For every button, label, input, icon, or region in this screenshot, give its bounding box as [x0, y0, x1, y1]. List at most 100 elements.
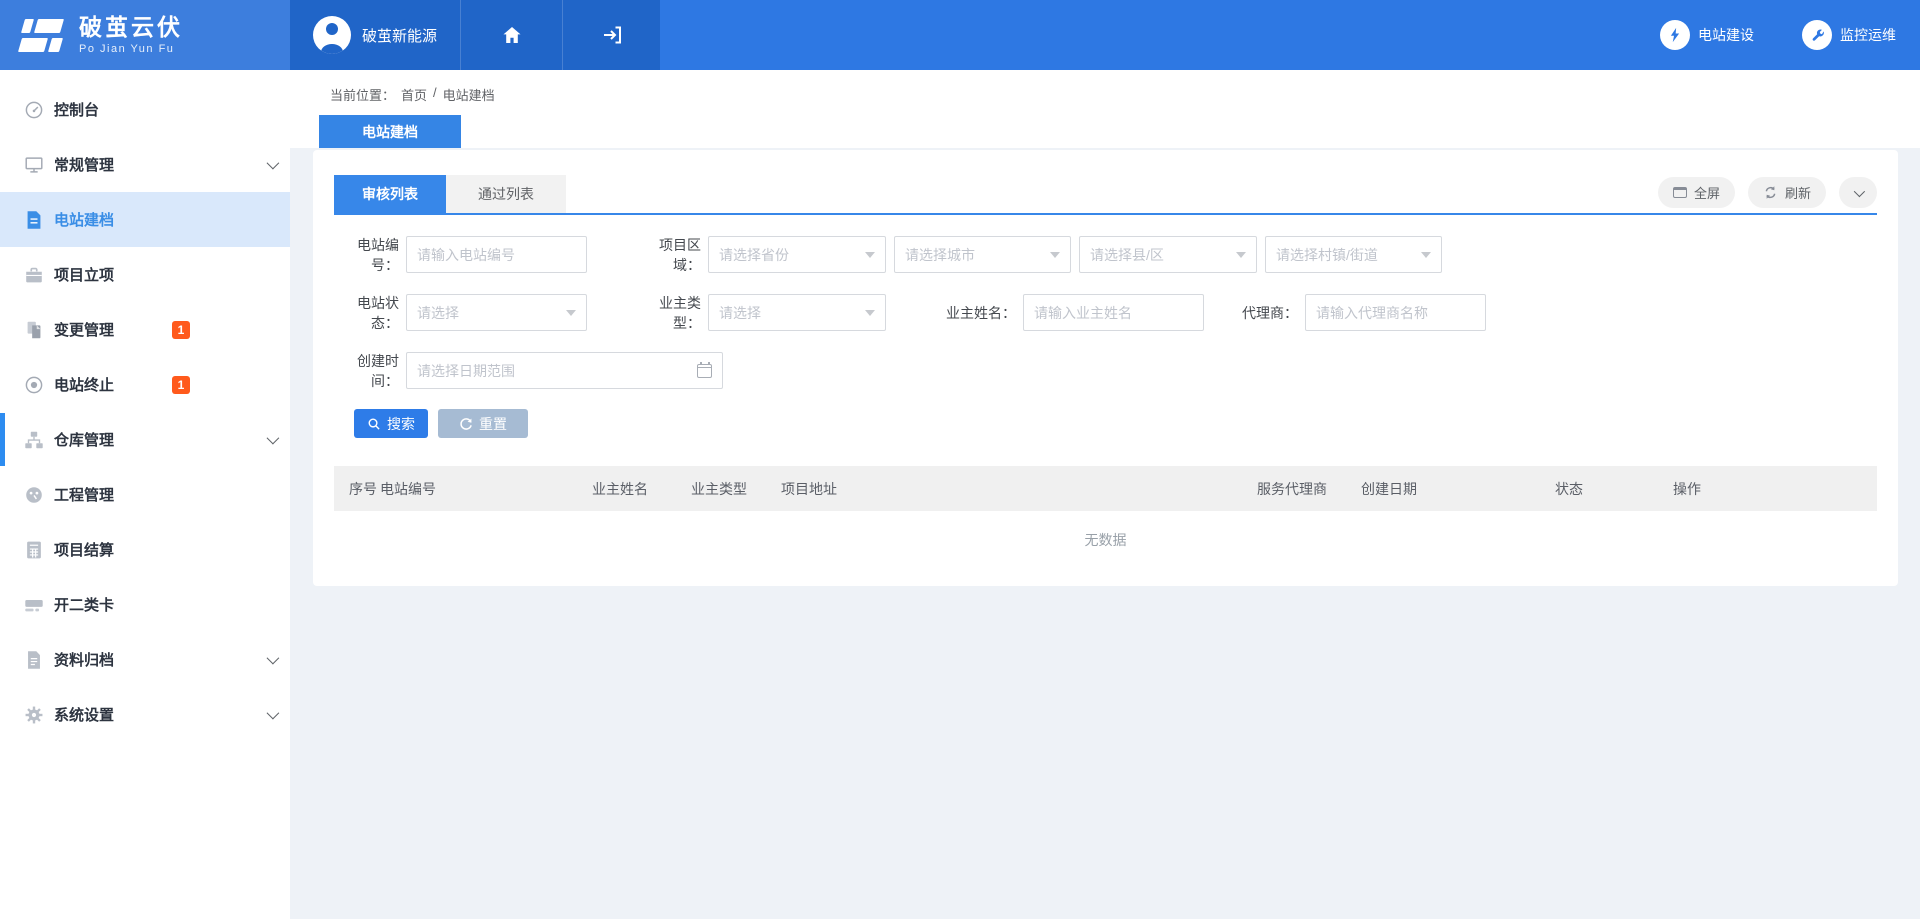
nav-monitoring-ops[interactable]: 监控运维 — [1802, 20, 1896, 50]
gear-icon — [22, 703, 46, 727]
date-range-input[interactable] — [406, 352, 723, 389]
dashboard-icon — [22, 98, 46, 122]
nav-label: 监控运维 — [1840, 25, 1896, 45]
nav-station-construction[interactable]: 电站建设 — [1660, 20, 1754, 50]
owner-type-select[interactable]: 请选择 — [708, 294, 886, 331]
monitor-icon — [22, 153, 46, 177]
tab-passed-list[interactable]: 通过列表 — [446, 175, 566, 213]
dropdown-arrow-icon — [1236, 252, 1246, 258]
sidebar-item-general-management[interactable]: 常规管理 — [0, 137, 290, 192]
calculator-icon — [22, 538, 46, 562]
col-owner-type: 业主类型 — [691, 479, 781, 499]
col-owner-name: 业主姓名 — [592, 479, 691, 499]
col-project-address: 项目地址 — [781, 479, 1257, 499]
wrench-icon — [1802, 20, 1832, 50]
record-circle-icon — [22, 373, 46, 397]
logout-icon — [600, 23, 624, 47]
main-area: 当前位置： 首页 / 电站建档 电站建档 审核列表 通过列表 全屏 刷新 — [290, 70, 1920, 919]
nav-label: 电站建设 — [1698, 25, 1754, 45]
file-icon — [22, 648, 46, 672]
reset-button[interactable]: 重置 — [438, 409, 528, 438]
city-select[interactable]: 请选择城市 — [894, 236, 1071, 273]
dropdown-arrow-icon — [865, 252, 875, 258]
dropdown-arrow-icon — [1050, 252, 1060, 258]
search-button[interactable]: 搜索 — [354, 409, 428, 438]
sidebar-item-console[interactable]: 控制台 — [0, 82, 290, 137]
gauge-icon — [22, 483, 46, 507]
page-tab-station-filing[interactable]: 电站建档 — [319, 115, 461, 148]
chevron-down-icon — [267, 157, 280, 170]
chevron-down-icon — [267, 652, 280, 665]
label-create-time: 创建时间： — [334, 351, 406, 391]
reset-icon — [459, 417, 473, 431]
label-owner-type: 业主类型： — [636, 293, 708, 333]
col-actions: 操作 — [1673, 479, 1877, 499]
dropdown-arrow-icon — [566, 310, 576, 316]
filter-buttons: 搜索 重置 — [354, 409, 1877, 438]
company-name: 破茧新能源 — [362, 25, 437, 46]
brand-logo: 破茧云伏 Po Jian Yun Fu — [0, 0, 290, 70]
province-select[interactable]: 请选择省份 — [708, 236, 886, 273]
sidebar: 控制台 常规管理 电站建档 项目立项 变更管理 1 电站终止 1 — [0, 70, 290, 919]
document-icon — [22, 208, 46, 232]
sidebar-item-station-termination[interactable]: 电站终止 1 — [0, 357, 290, 412]
lightning-icon — [1660, 20, 1690, 50]
chevron-down-icon — [267, 707, 280, 720]
brand-logo-icon — [20, 17, 66, 54]
chevron-down-icon — [1854, 185, 1865, 196]
station-code-input[interactable] — [406, 236, 587, 273]
sitemap-icon — [22, 428, 46, 452]
home-icon — [500, 23, 524, 47]
county-select[interactable]: 请选择县/区 — [1079, 236, 1257, 273]
dropdown-arrow-icon — [1421, 252, 1431, 258]
filter-row-2: 电站状态： 请选择 业主类型： 请选择 业主姓名： 代理商： — [334, 294, 1877, 331]
agent-input[interactable] — [1305, 294, 1486, 331]
breadcrumb-prefix: 当前位置： — [330, 85, 395, 104]
col-station-code: 电站编号 — [380, 479, 592, 499]
sidebar-item-project-initiation[interactable]: 项目立项 — [0, 247, 290, 302]
sidebar-item-data-archiving[interactable]: 资料归档 — [0, 632, 290, 687]
fullscreen-button[interactable]: 全屏 — [1658, 177, 1735, 208]
sidebar-item-system-settings[interactable]: 系统设置 — [0, 687, 290, 742]
breadcrumb-home[interactable]: 首页 — [401, 85, 427, 104]
filter-form: 电站编号： 项目区域： 请选择省份 请选择城市 请选择县/区 请选择村镇/街道 … — [334, 215, 1877, 438]
user-menu[interactable]: 破茧新能源 — [290, 0, 460, 70]
col-status: 状态 — [1555, 479, 1673, 499]
refresh-button[interactable]: 刷新 — [1748, 177, 1826, 208]
home-button[interactable] — [460, 0, 562, 70]
table-header: 序号 电站编号 业主姓名 业主类型 项目地址 服务代理商 创建日期 状态 操作 — [334, 466, 1877, 511]
content-card: 审核列表 通过列表 全屏 刷新 电站编号： 项目区域： — [313, 150, 1898, 586]
card-icon — [22, 593, 46, 617]
panel-tabs: 审核列表 通过列表 全屏 刷新 — [334, 150, 1877, 215]
sidebar-item-warehouse-management[interactable]: 仓库管理 — [0, 412, 290, 467]
col-service-agent: 服务代理商 — [1257, 479, 1361, 499]
filter-row-3: 创建时间： — [334, 352, 1877, 389]
search-icon — [367, 417, 381, 431]
breadcrumb-separator: / — [433, 85, 437, 104]
col-seq: 序号 — [349, 479, 380, 499]
brand-subtitle: Po Jian Yun Fu — [79, 43, 183, 55]
logout-button[interactable] — [562, 0, 660, 70]
briefcase-icon — [22, 263, 46, 287]
station-status-select[interactable]: 请选择 — [406, 294, 587, 331]
collapse-button[interactable] — [1839, 177, 1877, 208]
label-station-status: 电站状态： — [334, 293, 406, 333]
notification-badge: 1 — [172, 376, 190, 394]
owner-name-input[interactable] — [1023, 294, 1204, 331]
col-create-date: 创建日期 — [1361, 479, 1555, 499]
sidebar-item-project-settlement[interactable]: 项目结算 — [0, 522, 290, 577]
dropdown-arrow-icon — [865, 310, 875, 316]
user-avatar-icon — [313, 16, 351, 54]
sidebar-item-open-type2-card[interactable]: 开二类卡 — [0, 577, 290, 632]
tab-review-list[interactable]: 审核列表 — [334, 175, 446, 213]
town-select[interactable]: 请选择村镇/街道 — [1265, 236, 1442, 273]
app-header: 破茧云伏 Po Jian Yun Fu 破茧新能源 电站建设 监控运维 — [0, 0, 1920, 70]
brand-text: 破茧云伏 Po Jian Yun Fu — [79, 16, 183, 55]
date-range-field[interactable] — [407, 354, 697, 387]
sidebar-item-station-filing[interactable]: 电站建档 — [0, 192, 290, 247]
sidebar-item-engineering-management[interactable]: 工程管理 — [0, 467, 290, 522]
header-nav: 电站建设 监控运维 — [660, 0, 1920, 70]
breadcrumb-current: 电站建档 — [443, 85, 495, 104]
sidebar-item-change-management[interactable]: 变更管理 1 — [0, 302, 290, 357]
label-agent: 代理商： — [1234, 303, 1305, 323]
